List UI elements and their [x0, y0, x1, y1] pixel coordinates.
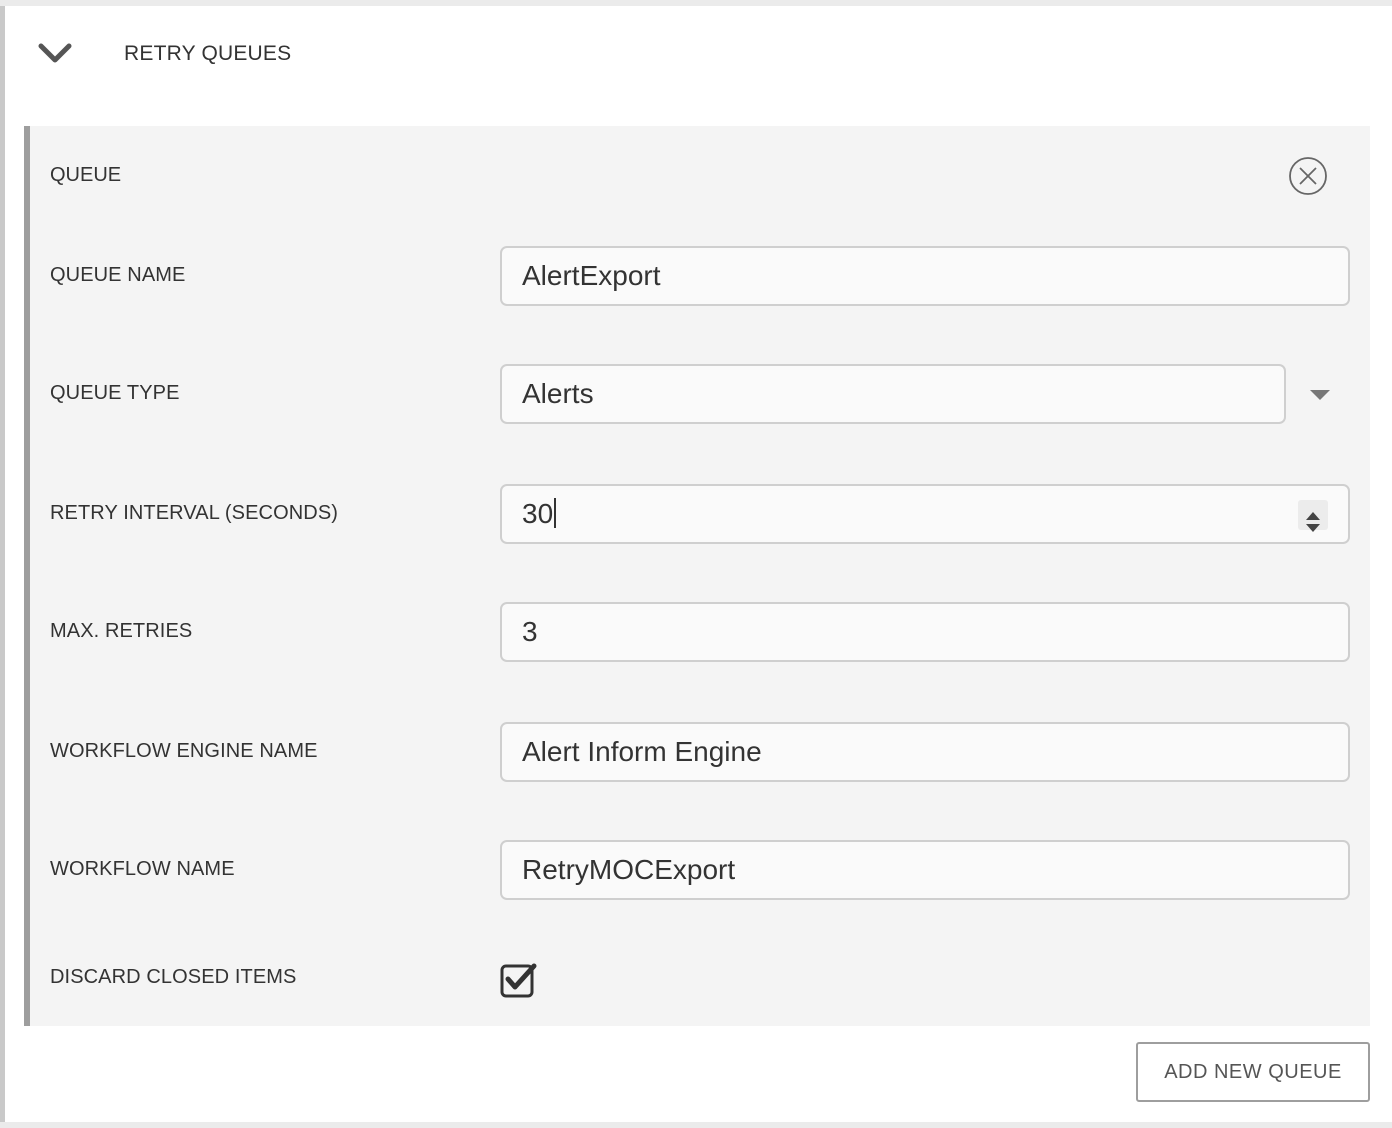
- queue-type-label: QUEUE TYPE: [50, 382, 180, 404]
- spinner-arrows-icon[interactable]: [1298, 500, 1328, 532]
- discard-closed-items-label: DISCARD CLOSED ITEMS: [50, 966, 297, 988]
- queue-card: QUEUE QUEUE NAME QUEUE TYPE Alerts RETRY…: [24, 126, 1370, 1026]
- queue-name-input[interactable]: [500, 246, 1350, 306]
- queue-type-selected-value: Alerts: [522, 378, 594, 409]
- retry-interval-value: 30: [522, 498, 554, 529]
- retry-interval-label: RETRY INTERVAL (SECONDS): [50, 502, 339, 524]
- caret-down-icon[interactable]: [1308, 388, 1332, 402]
- max-retries-label: MAX. RETRIES: [50, 620, 193, 642]
- retry-queues-panel: RETRY QUEUES QUEUE QUEUE NAME QUEUE TYPE…: [0, 6, 1392, 1122]
- retry-interval-input[interactable]: 30: [500, 484, 1350, 544]
- workflow-name-label: WORKFLOW NAME: [50, 858, 235, 880]
- text-cursor: [554, 498, 557, 528]
- queue-header-label: QUEUE: [50, 164, 122, 186]
- checkbox-checked-icon: [500, 963, 537, 998]
- add-new-queue-button[interactable]: ADD NEW QUEUE: [1136, 1042, 1370, 1102]
- workflow-name-input[interactable]: [500, 840, 1350, 900]
- chevron-down-icon[interactable]: [35, 38, 75, 72]
- queue-name-label: QUEUE NAME: [50, 264, 186, 286]
- close-circle-icon[interactable]: [1288, 156, 1328, 196]
- section-title: RETRY QUEUES: [124, 42, 292, 65]
- section-header: RETRY QUEUES: [5, 6, 1392, 106]
- workflow-engine-name-input[interactable]: [500, 722, 1350, 782]
- queue-type-select[interactable]: Alerts: [500, 364, 1286, 424]
- workflow-engine-name-label: WORKFLOW ENGINE NAME: [50, 740, 318, 762]
- max-retries-input[interactable]: [500, 602, 1350, 662]
- discard-closed-items-checkbox[interactable]: [500, 962, 538, 998]
